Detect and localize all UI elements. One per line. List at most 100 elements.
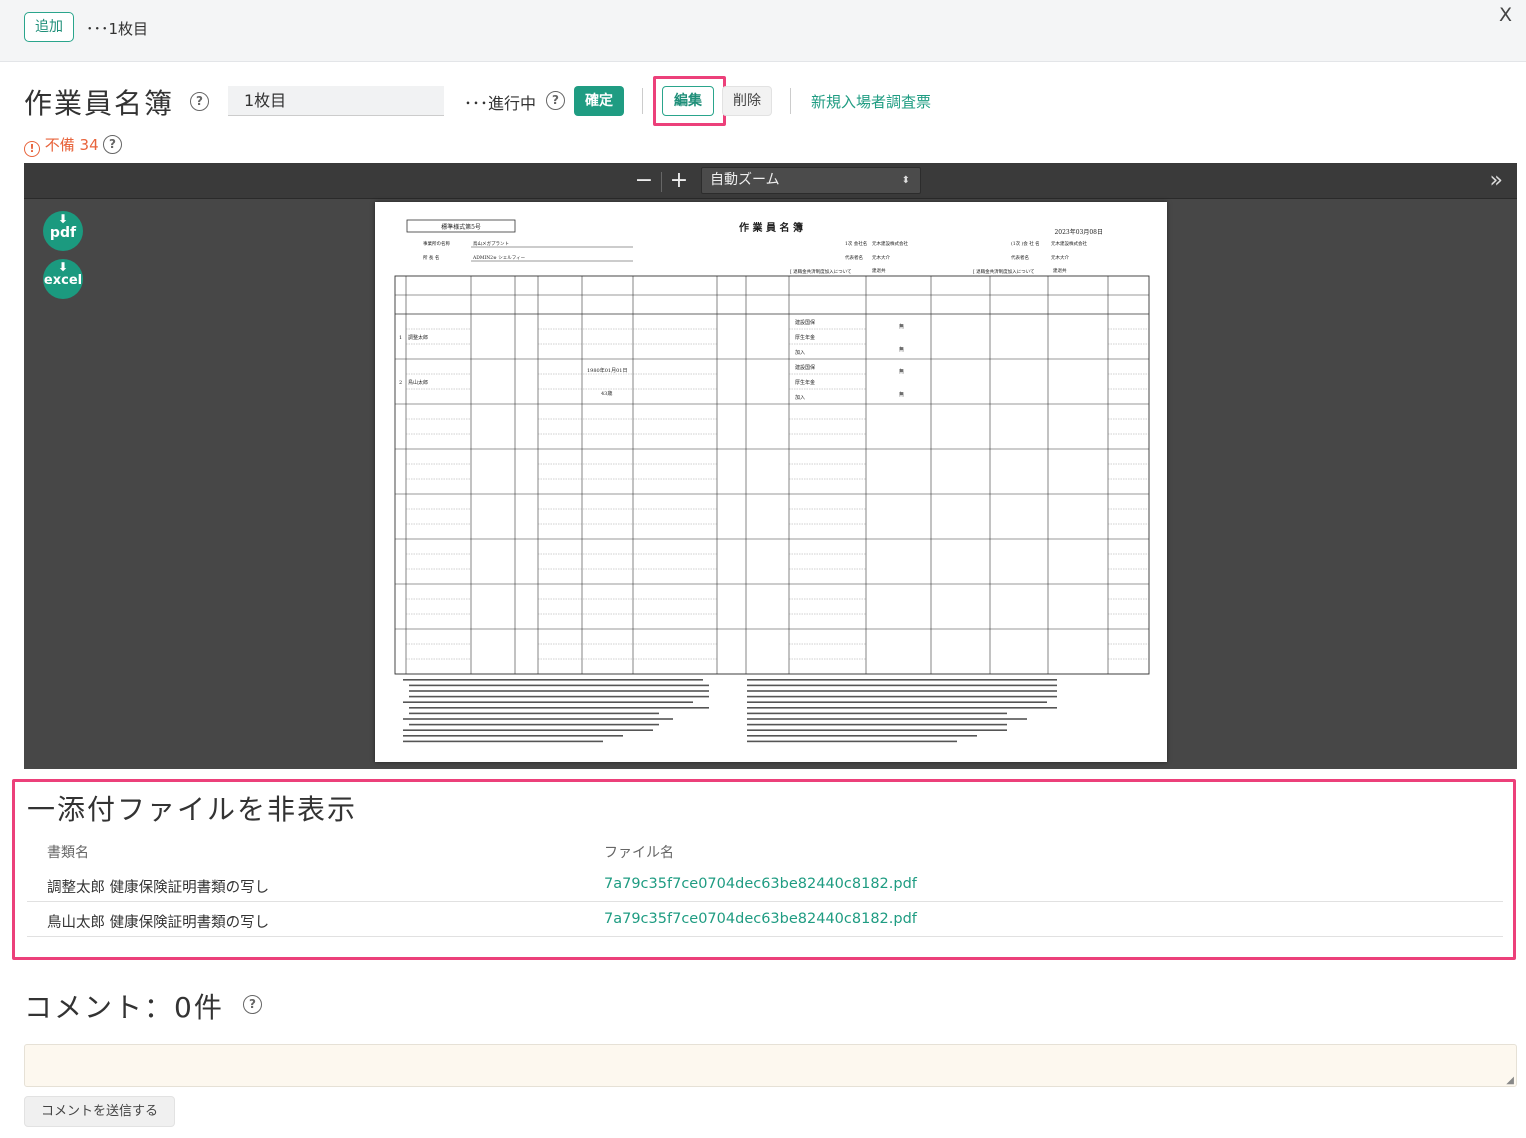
add-button[interactable]: 追加 — [24, 12, 74, 42]
footnote-line — [747, 701, 1047, 703]
comment-textarea[interactable]: ◢ — [24, 1044, 1517, 1087]
pension-note-2: [ 退職金共済制度加入について — [973, 268, 1035, 275]
insurance-2: 厚生年金 — [795, 334, 815, 341]
age: 43歳 — [601, 390, 612, 397]
rep-value: 元木大介 — [872, 254, 890, 261]
divider — [661, 172, 662, 192]
status-value-1: 無 — [899, 368, 904, 375]
footnote-line — [747, 718, 1027, 720]
attachment-row: 鳥山太郎 健康保険証明書類の写し 7a79c35f7ce0704dec63be8… — [27, 903, 1503, 937]
document-name: 鳥山太郎 健康保険証明書類の写し — [47, 915, 270, 931]
row-no: 2 — [399, 380, 402, 386]
site-label: 事業所の名称 — [423, 240, 450, 247]
company-value-2: 元木建設株式会社 — [1051, 240, 1087, 247]
zoom-in-button[interactable]: + — [667, 167, 691, 195]
footnote-line — [409, 684, 709, 687]
insurance-3: 加入 — [795, 349, 805, 356]
footnote-line — [403, 735, 623, 737]
row-no: 1 — [399, 335, 402, 341]
help-icon[interactable]: ? — [190, 92, 209, 111]
page-title: 作業員名簿 — [24, 87, 175, 120]
title-row: 作業員名簿 ? 1枚目 ･･･進行中 ? 確定 編集 削除 新規入場者調査票 — [24, 76, 1514, 126]
download-arrow-icon: ⬇ — [57, 212, 69, 226]
roster-table — [394, 275, 1150, 675]
insurance-2: 厚生年金 — [795, 379, 815, 386]
site-value: 鳥山メガプラント — [473, 240, 509, 247]
delete-button[interactable]: 削除 — [722, 86, 772, 116]
footnote-line — [747, 690, 1057, 692]
excel-label: excel — [43, 273, 83, 288]
viewer-toolbar: − + 自動ズーム ⬍ » — [24, 163, 1517, 199]
birth-date: 1980年01月01日 — [587, 367, 627, 374]
top-bar: 追加 ･･･1枚目 X — [0, 0, 1526, 62]
row-name: 調整太郎 — [408, 334, 428, 341]
download-arrow-icon: ⬇ — [57, 260, 69, 274]
attachments-toggle[interactable]: 一添付ファイルを非表示 — [27, 788, 357, 828]
footnote-line — [409, 707, 709, 709]
edit-button[interactable]: 編集 — [662, 86, 714, 116]
row-name: 鳥山太郎 — [408, 379, 428, 386]
footnotes — [403, 679, 1057, 743]
rep-label: 代表者名 — [845, 254, 863, 261]
footnote-line — [747, 695, 1057, 698]
status-value-1: 無 — [899, 323, 904, 330]
insurance-3: 加入 — [795, 394, 805, 401]
warning-help-icon[interactable]: ? — [103, 135, 122, 154]
company-value: 元木建設株式会社 — [872, 240, 908, 247]
footnote-line — [403, 729, 653, 731]
new-survey-link[interactable]: 新規入場者調査票 — [811, 91, 931, 112]
pdf-download-button[interactable]: ⬇ pdf — [43, 211, 83, 251]
column-header-document: 書類名 — [47, 845, 89, 861]
pdf-page: 標準様式第5号 作 業 員 名 簿 2023年03月08日 事業所の名称 鳥山メ… — [375, 202, 1167, 762]
double-chevron-right-icon[interactable]: » — [1490, 167, 1503, 195]
worker-roster-document: 標準様式第5号 作 業 員 名 簿 2023年03月08日 事業所の名称 鳥山メ… — [394, 219, 1150, 743]
document-name: 調整太郎 健康保険証明書類の写し — [47, 880, 270, 896]
deficiency-count: 不備 34 — [44, 136, 99, 154]
footnote-line — [403, 740, 603, 743]
rep-label-2: 代表者名 — [1011, 254, 1029, 261]
footnote-line — [747, 735, 977, 737]
close-button[interactable]: X — [1499, 4, 1512, 26]
document-title: 作 業 員 名 簿 — [739, 221, 803, 234]
form-number: 標準様式第5号 — [441, 223, 481, 231]
deficiency-warning[interactable]: ! 不備 34 — [24, 134, 99, 157]
footnote-line — [409, 695, 709, 698]
attachments-section: 一添付ファイルを非表示 書類名 ファイル名 調整太郎 健康保険証明書類の写し 7… — [12, 779, 1516, 960]
status-text: ･･･進行中 — [464, 94, 537, 113]
confirm-button[interactable]: 確定 — [574, 86, 624, 116]
footnote-line — [409, 690, 709, 692]
resize-grip-icon[interactable]: ◢ — [1506, 1075, 1514, 1086]
footnote-line — [403, 701, 693, 703]
column-header-file: ファイル名 — [604, 845, 674, 861]
footnote-line — [747, 707, 1057, 709]
footnote-line — [747, 679, 1057, 681]
company-label-2: (1次 )会 社 名 — [1011, 240, 1040, 247]
footnote-line — [747, 729, 1007, 731]
manager-label: 所 長 名 — [423, 254, 439, 261]
status-value-2: 無 — [899, 391, 904, 398]
footnote-line — [409, 712, 659, 715]
footnote-line — [403, 718, 673, 720]
sheet-breadcrumb: ･･･1枚目 — [86, 20, 149, 38]
document-date: 2023年03月08日 — [1054, 228, 1103, 236]
pdf-viewer: − + 自動ズーム ⬍ » ⬇ pdf ⬇ excel 標準様式第5号 作 業 … — [24, 163, 1517, 769]
rep-value-2: 元木大介 — [1051, 254, 1069, 261]
company-label: 1次 会社名 — [845, 240, 867, 247]
footnote-line — [747, 712, 1007, 715]
zoom-out-button[interactable]: − — [632, 167, 656, 195]
zoom-select[interactable]: 自動ズーム ⬍ — [701, 167, 921, 194]
footnote-line — [747, 723, 1007, 726]
file-link[interactable]: 7a79c35f7ce0704dec63be82440c8182.pdf — [604, 876, 917, 892]
comments-help-icon[interactable]: ? — [243, 995, 262, 1014]
status-value-2: 無 — [899, 346, 904, 353]
insurance-1: 建設国保 — [795, 319, 815, 326]
excel-download-button[interactable]: ⬇ excel — [43, 259, 83, 299]
pension-value-2: 建退共 — [1053, 267, 1067, 274]
sheet-name-input[interactable]: 1枚目 — [228, 86, 444, 116]
send-comment-button[interactable]: コメントを送信する — [24, 1096, 175, 1127]
file-link[interactable]: 7a79c35f7ce0704dec63be82440c8182.pdf — [604, 911, 917, 927]
footnote-line — [747, 684, 1057, 687]
zoom-value: 自動ズーム — [710, 172, 780, 188]
status-help-icon[interactable]: ? — [546, 91, 565, 110]
footnote-line — [409, 723, 659, 726]
